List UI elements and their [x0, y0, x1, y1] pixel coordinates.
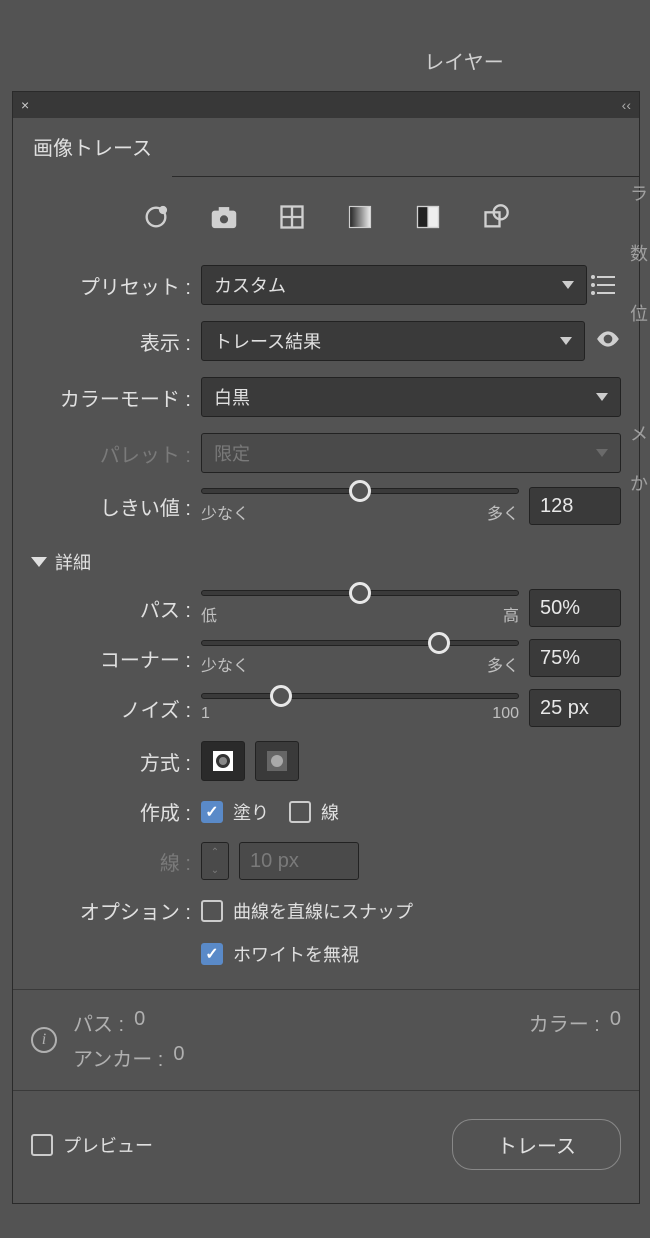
close-icon[interactable]: × — [21, 97, 29, 113]
corners-slider[interactable] — [201, 640, 519, 646]
panel-header: × ‹‹ — [13, 92, 639, 118]
stat-colors-label: カラー : — [529, 1008, 600, 1037]
stat-colors-value: 0 — [610, 1008, 621, 1037]
bg-char: 位 — [630, 300, 648, 326]
options-label: オプション : — [31, 896, 191, 925]
stroke-spinner: ⌃⌄ — [201, 842, 229, 880]
layers-tab[interactable]: レイヤー — [404, 30, 524, 90]
stroke-label: 線 : — [31, 847, 191, 876]
preview-checkbox[interactable] — [31, 1134, 53, 1156]
display-label: 表示 : — [31, 327, 191, 356]
bg-char: ラ — [630, 180, 648, 206]
outline-icon[interactable] — [480, 201, 512, 233]
bg-char: 数 — [630, 240, 648, 266]
stroke-value: 10 px — [239, 842, 359, 880]
palette-label: パレット : — [31, 439, 191, 468]
camera-icon[interactable] — [208, 201, 240, 233]
bw-icon[interactable] — [412, 201, 444, 233]
preset-menu-icon[interactable] — [597, 273, 621, 297]
method-abutting[interactable] — [201, 741, 245, 781]
preset-label: プリセット : — [31, 271, 191, 300]
corners-value[interactable]: 75% — [529, 639, 621, 677]
bg-char: メ — [630, 420, 648, 446]
threshold-slider[interactable] — [201, 488, 519, 494]
stat-anchors-label: アンカー : — [73, 1043, 163, 1072]
noise-slider[interactable] — [201, 693, 519, 699]
color-mode-select[interactable]: 白黒 — [201, 377, 621, 417]
strokes-checkbox[interactable] — [289, 801, 311, 823]
auto-color-icon[interactable] — [140, 201, 172, 233]
threshold-value[interactable]: 128 — [529, 487, 621, 525]
grid-icon[interactable] — [276, 201, 308, 233]
corners-label: コーナー : — [31, 644, 191, 673]
noise-value[interactable]: 25 px — [529, 689, 621, 727]
preset-icon-row — [13, 177, 639, 257]
paths-label: パス : — [31, 594, 191, 623]
trace-button[interactable]: トレース — [452, 1119, 621, 1170]
details-toggle[interactable]: 詳細 — [13, 531, 639, 583]
method-label: 方式 : — [31, 747, 191, 776]
paths-value[interactable]: 50% — [529, 589, 621, 627]
method-overlapping[interactable] — [255, 741, 299, 781]
preview-label: プレビュー — [63, 1132, 153, 1158]
image-trace-panel: × ‹‹ 画像トレース プリセット : カスタム 表示 : トレース結果 カラー… — [12, 91, 640, 1204]
stat-paths-label: パス : — [73, 1008, 124, 1037]
ignore-white-text: ホワイトを無視 — [233, 941, 359, 967]
collapse-icon[interactable]: ‹‹ — [622, 97, 631, 113]
paths-slider[interactable] — [201, 590, 519, 596]
bg-char: か — [630, 470, 648, 496]
create-label: 作成 : — [31, 797, 191, 826]
fills-checkbox[interactable] — [201, 801, 223, 823]
fills-text: 塗り — [233, 799, 269, 825]
stat-anchors-value: 0 — [173, 1043, 184, 1072]
threshold-label: しきい値 : — [31, 492, 191, 521]
eye-icon[interactable] — [595, 326, 621, 357]
tab-bar: 画像トレース — [13, 118, 639, 177]
stat-paths-value: 0 — [134, 1008, 194, 1037]
palette-select: 限定 — [201, 433, 621, 473]
disclosure-icon — [31, 557, 47, 567]
strokes-text: 線 — [321, 799, 339, 825]
ignore-white-checkbox[interactable] — [201, 943, 223, 965]
info-icon: i — [31, 1027, 57, 1053]
snap-text: 曲線を直線にスナップ — [233, 898, 413, 924]
preset-select[interactable]: カスタム — [201, 265, 587, 305]
color-mode-label: カラーモード : — [31, 383, 191, 412]
snap-checkbox[interactable] — [201, 900, 223, 922]
display-select[interactable]: トレース結果 — [201, 321, 585, 361]
noise-label: ノイズ : — [31, 694, 191, 723]
gradient-icon[interactable] — [344, 201, 376, 233]
tab-image-trace[interactable]: 画像トレース — [13, 118, 172, 177]
